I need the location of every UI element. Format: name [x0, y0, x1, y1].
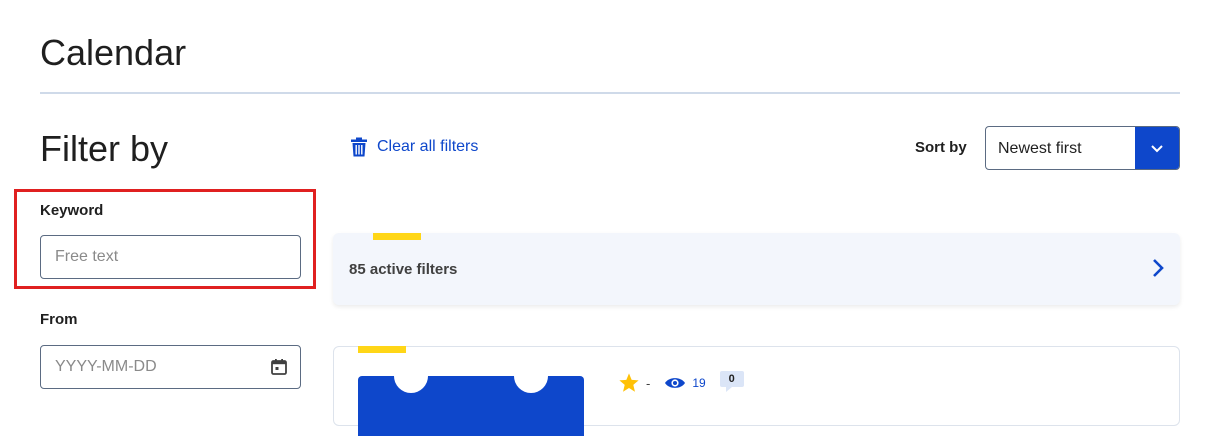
active-filters-panel[interactable]: 85 active filters: [333, 233, 1180, 305]
thumbnail-decoration: [394, 376, 428, 393]
clear-filters-label: Clear all filters: [377, 138, 479, 155]
from-label: From: [40, 311, 78, 328]
accent-bar: [358, 346, 406, 353]
eye-icon: [665, 378, 686, 388]
star-icon: [619, 373, 639, 392]
thumbnail-decoration: [514, 376, 548, 393]
result-card[interactable]: - 19 0: [333, 346, 1180, 436]
chevron-down-icon: [1151, 144, 1163, 152]
accent-bar: [373, 233, 421, 240]
page-title: Calendar: [40, 32, 187, 73]
views-count: 19: [692, 376, 706, 390]
calendar-icon[interactable]: [270, 358, 288, 376]
comments-count-badge: 0: [719, 371, 744, 392]
result-thumbnail[interactable]: [358, 376, 584, 436]
sort-selected-value: Newest first: [998, 140, 1082, 157]
keyword-input[interactable]: [40, 235, 301, 279]
sort-label: Sort by: [915, 139, 967, 156]
from-date-field: [40, 345, 301, 389]
from-date-input[interactable]: [40, 345, 301, 389]
active-filters-count: 85 active filters: [349, 261, 458, 278]
rating-value: -: [646, 375, 651, 391]
sort-select[interactable]: Newest first: [985, 126, 1180, 170]
title-divider: [40, 92, 1180, 94]
keyword-label: Keyword: [40, 202, 104, 219]
chevron-right-icon[interactable]: [1150, 257, 1166, 279]
clear-filters-button[interactable]: Clear all filters: [350, 137, 478, 157]
sort-toggle-button[interactable]: [1135, 127, 1179, 169]
result-meta: - 19 0: [618, 371, 744, 394]
filter-heading: Filter by: [40, 128, 169, 169]
trash-icon: [351, 137, 367, 157]
